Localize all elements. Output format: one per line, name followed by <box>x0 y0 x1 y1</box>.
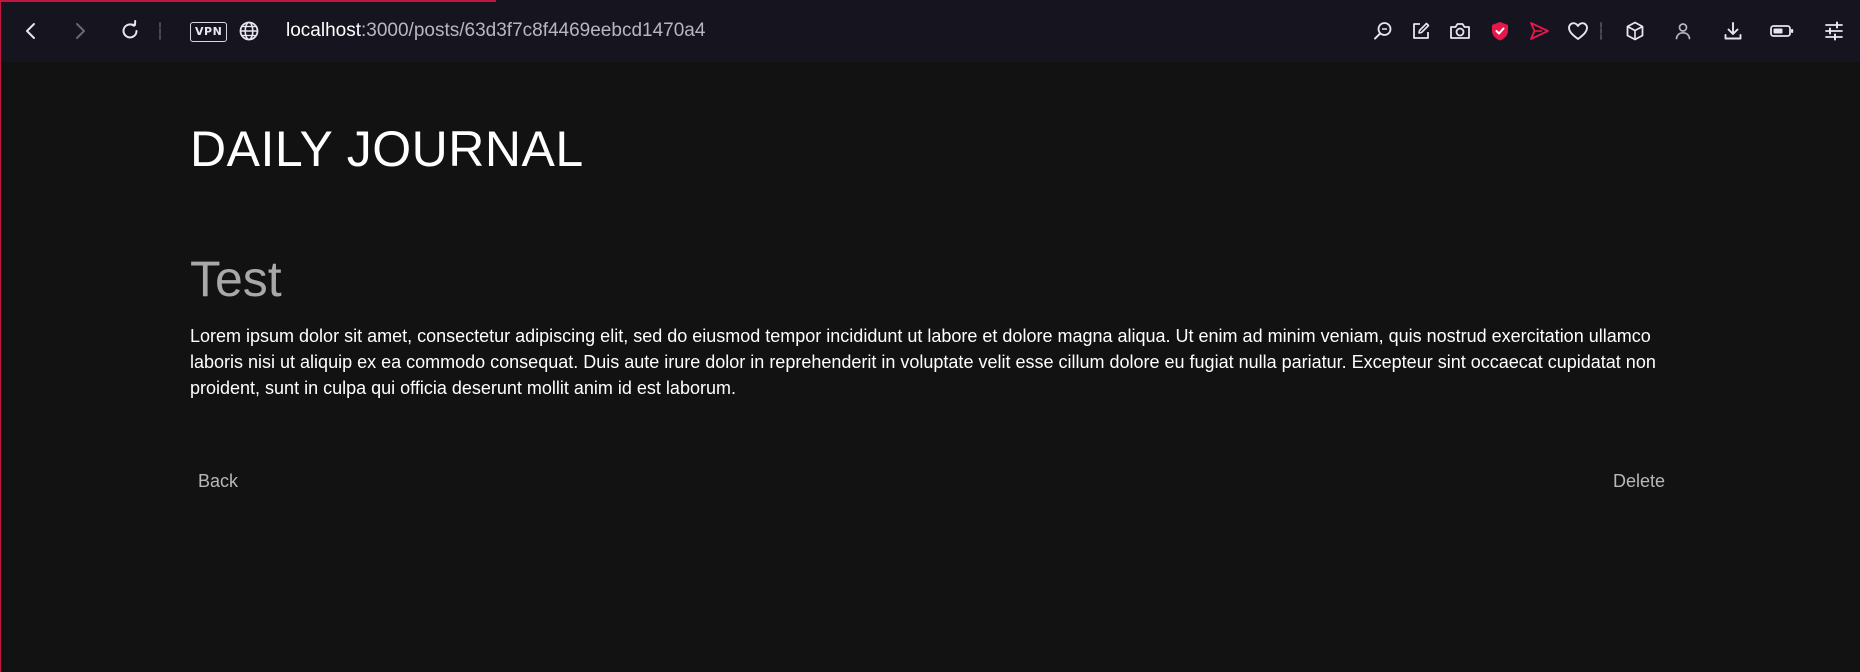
cube-icon[interactable] <box>1619 15 1651 47</box>
battery-icon[interactable] <box>1766 15 1798 47</box>
site-brand[interactable]: DAILY JOURNAL <box>190 120 584 178</box>
toolbar-separator <box>1600 22 1602 40</box>
download-icon[interactable] <box>1717 15 1749 47</box>
toolbar-separator <box>159 22 161 40</box>
browser-toolbar: VPN localhost:3000/posts/63d3f7c8f4469ee… <box>1 0 1860 62</box>
back-arrow-icon[interactable] <box>15 15 47 47</box>
send-icon[interactable] <box>1523 15 1555 47</box>
snapshot-edit-icon[interactable] <box>1405 15 1437 47</box>
globe-icon[interactable] <box>233 15 265 47</box>
delete-button[interactable]: Delete <box>1613 471 1665 492</box>
post-body: Lorem ipsum dolor sit amet, consectetur … <box>190 326 1656 398</box>
browser-window: VPN localhost:3000/posts/63d3f7c8f4469ee… <box>0 0 1860 672</box>
address-bar[interactable]: localhost:3000/posts/63d3f7c8f4469eebcd1… <box>286 18 705 44</box>
reload-icon[interactable] <box>114 15 146 47</box>
post-title: Test <box>190 251 282 307</box>
shield-icon[interactable] <box>1484 15 1516 47</box>
forward-arrow-icon[interactable] <box>64 15 96 47</box>
vpn-badge[interactable]: VPN <box>190 22 228 42</box>
search-zoom-icon[interactable] <box>1367 15 1399 47</box>
camera-icon[interactable] <box>1444 15 1476 47</box>
url-host: localhost <box>286 20 361 41</box>
back-button[interactable]: Back <box>198 471 238 492</box>
settings-sliders-icon[interactable] <box>1818 15 1850 47</box>
url-path: :3000/posts/63d3f7c8f4469eebcd1470a4 <box>361 20 706 41</box>
profile-icon[interactable] <box>1667 15 1699 47</box>
heart-icon[interactable] <box>1562 15 1594 47</box>
